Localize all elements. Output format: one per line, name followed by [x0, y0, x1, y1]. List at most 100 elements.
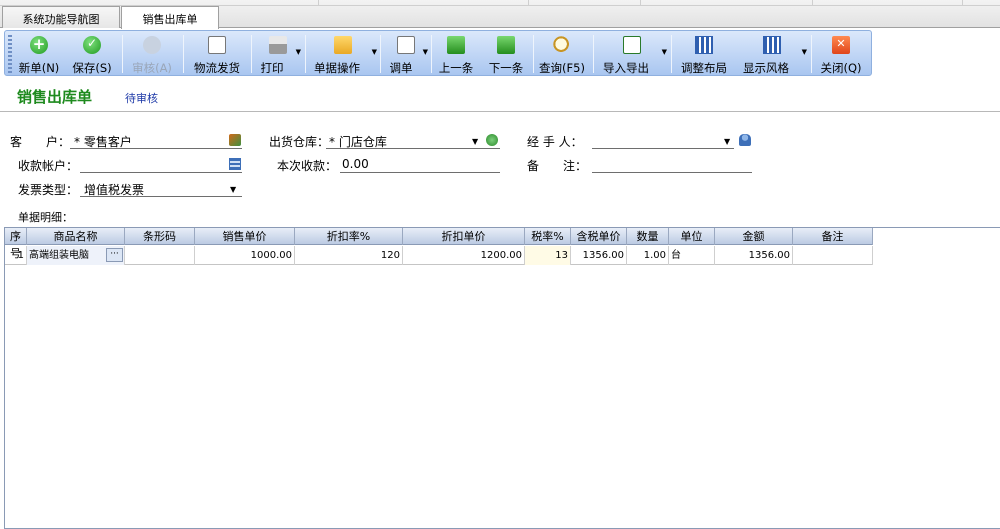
tax-rate-cell[interactable]: 13 — [525, 246, 571, 265]
save-button-label: 保存(S) — [72, 61, 112, 75]
received-field-underline — [340, 172, 500, 173]
remark-field-underline — [592, 172, 752, 173]
warehouse-picker-icon[interactable] — [486, 134, 498, 146]
customer-label: 客 户： — [10, 135, 71, 149]
logistics-button[interactable]: 物流发货 — [187, 33, 247, 75]
unit-cell[interactable]: 台 — [669, 246, 715, 265]
tab-sales-outbound[interactable]: 销售出库单 — [121, 6, 219, 29]
frame-divider — [318, 0, 319, 6]
display-style-button[interactable]: 显示风格 ▼ — [737, 33, 807, 75]
column-header[interactable]: 金额 — [715, 228, 793, 245]
print-button[interactable]: 打印 ▼ — [255, 33, 301, 75]
toolbar: 新单(N) 保存(S) 审核(A) 物流发货 打印 ▼ 单据操作 ▼ 调单 ▼ … — [4, 30, 872, 76]
dropdown-arrow-icon[interactable]: ▼ — [372, 48, 377, 56]
invoice-type-label: 发票类型： — [18, 183, 79, 197]
save-button[interactable]: 保存(S) — [67, 33, 117, 75]
toolbar-separator — [305, 35, 306, 73]
chevron-down-icon[interactable]: ▼ — [724, 137, 730, 146]
column-header[interactable]: 条形码 — [125, 228, 195, 245]
toolbar-separator — [811, 35, 812, 73]
toolbar-separator — [122, 35, 123, 73]
discount-price-cell[interactable]: 1200.00 — [403, 246, 525, 265]
customer-picker-icon[interactable] — [229, 134, 241, 146]
adjust-layout-label: 调整布局 — [681, 61, 727, 75]
toolbar-separator — [251, 35, 252, 73]
user-picker-icon[interactable] — [739, 134, 751, 146]
amount-cell[interactable]: 1356.00 — [715, 246, 793, 265]
toolbar-grip[interactable] — [8, 35, 12, 73]
column-header[interactable]: 折扣单价 — [403, 228, 525, 245]
folder-icon — [334, 36, 352, 54]
style-icon — [763, 36, 781, 54]
column-header[interactable]: 含税单价 — [571, 228, 627, 245]
toolbar-separator — [671, 35, 672, 73]
details-table: 序号 商品名称 条形码 销售单价 折扣率% 折扣单价 税率% 含税单价 数量 单… — [4, 227, 1000, 529]
query-button[interactable]: 查询(F5) — [536, 33, 588, 75]
page-title: 销售出库单 — [17, 88, 93, 106]
close-button[interactable]: 关闭(Q) — [815, 33, 867, 75]
column-header[interactable]: 序号 — [5, 228, 27, 260]
frame-divider — [528, 0, 529, 6]
adjust-layout-button[interactable]: 调整布局 — [675, 33, 733, 75]
table-row[interactable]: 1 高端组装电脑 ··· 1000.00 120 1200.00 13 1356… — [5, 246, 873, 265]
plus-circle-icon — [30, 35, 48, 54]
logistics-icon — [208, 36, 226, 54]
excel-icon — [623, 36, 641, 54]
column-header[interactable]: 税率% — [525, 228, 571, 245]
note-cell[interactable] — [793, 246, 873, 265]
query-button-label: 查询(F5) — [539, 61, 585, 75]
account-picker-icon[interactable] — [229, 158, 241, 170]
audit-button[interactable]: 审核(A) — [126, 33, 178, 75]
new-button-label: 新单(N) — [18, 61, 60, 75]
document-icon — [397, 36, 415, 54]
product-picker-button[interactable]: ··· — [106, 248, 123, 262]
search-icon — [553, 36, 571, 54]
warehouse-field-underline — [326, 148, 500, 149]
dropdown-arrow-icon[interactable]: ▼ — [296, 48, 301, 56]
frame-divider — [640, 0, 641, 6]
account-field-underline — [80, 172, 242, 173]
chevron-down-icon[interactable]: ▼ — [230, 185, 236, 194]
column-header[interactable]: 折扣率% — [295, 228, 403, 245]
transfer-button[interactable]: 调单 ▼ — [384, 33, 428, 75]
frame-divider — [812, 0, 813, 6]
next-button[interactable]: 下一条 — [483, 33, 529, 75]
dropdown-arrow-icon[interactable]: ▼ — [423, 48, 428, 56]
next-button-label: 下一条 — [488, 61, 524, 75]
import-export-button[interactable]: 导入导出 ▼ — [597, 33, 667, 75]
check-circle-icon — [83, 36, 101, 54]
received-label: 本次收款： — [277, 159, 338, 173]
tax-price-cell[interactable]: 1356.00 — [571, 246, 627, 265]
display-style-label: 显示风格 — [743, 61, 789, 75]
received-field[interactable]: 0.00 — [342, 157, 369, 171]
handler-field-underline — [592, 148, 734, 149]
print-button-label: 打印 — [260, 61, 284, 75]
logistics-button-label: 物流发货 — [194, 61, 240, 75]
status-badge: 待审核 — [125, 92, 158, 105]
prev-icon — [447, 36, 465, 54]
account-label: 收款帐户： — [18, 159, 79, 173]
quantity-cell[interactable]: 1.00 — [627, 246, 669, 265]
chevron-down-icon[interactable]: ▼ — [472, 137, 478, 146]
document-ops-button[interactable]: 单据操作 ▼ — [309, 33, 377, 75]
column-header[interactable]: 销售单价 — [195, 228, 295, 245]
product-name: 高端组装电脑 — [29, 250, 89, 261]
dropdown-arrow-icon[interactable]: ▼ — [662, 48, 667, 56]
dropdown-arrow-icon[interactable]: ▼ — [802, 48, 807, 56]
layout-icon — [695, 36, 713, 54]
new-button[interactable]: 新单(N) — [15, 33, 63, 75]
column-header[interactable]: 单位 — [669, 228, 715, 245]
document-ops-label: 单据操作 — [314, 61, 360, 75]
tab-system-navigation[interactable]: 系统功能导航图 — [2, 6, 120, 28]
column-header[interactable]: 商品名称 — [27, 228, 125, 245]
previous-button[interactable]: 上一条 — [433, 33, 479, 75]
column-header[interactable]: 数量 — [627, 228, 669, 245]
toolbar-separator — [533, 35, 534, 73]
barcode-cell[interactable] — [125, 246, 195, 265]
close-icon — [832, 36, 850, 54]
toolbar-separator — [183, 35, 184, 73]
table-header: 序号 商品名称 条形码 销售单价 折扣率% 折扣单价 税率% 含税单价 数量 单… — [5, 228, 873, 260]
column-header[interactable]: 备注 — [793, 228, 873, 245]
price-cell[interactable]: 1000.00 — [195, 246, 295, 265]
discount-rate-cell[interactable]: 120 — [295, 246, 403, 265]
